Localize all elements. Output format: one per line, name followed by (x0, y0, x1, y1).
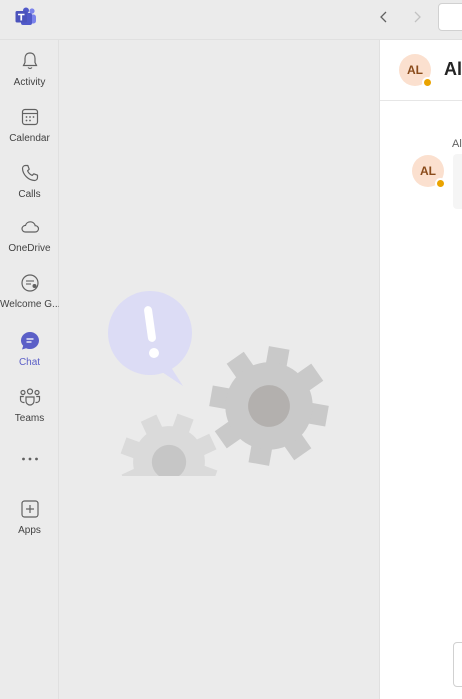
rail-item-welcome[interactable]: Welcome G... (0, 271, 59, 321)
title-bar (0, 0, 462, 40)
add-apps-icon (18, 497, 42, 521)
teams-people-icon (18, 385, 42, 409)
chat-title[interactable]: Al (444, 59, 462, 80)
rail-item-more[interactable] (0, 447, 59, 497)
rail-item-label: Activity (13, 77, 46, 88)
presence-away-icon (435, 178, 446, 189)
welcome-app-icon (18, 271, 42, 295)
avatar-initials: AL (407, 63, 423, 77)
avatar[interactable]: AL (399, 54, 433, 88)
more-horizontal-icon (18, 447, 42, 471)
chevron-left-icon (380, 11, 387, 23)
rail-item-onedrive[interactable]: OneDrive (0, 215, 59, 265)
rail-item-label: Calls (18, 189, 41, 200)
presence-away-icon (422, 77, 433, 88)
rail-item-calendar[interactable]: Calendar (0, 105, 59, 155)
rail-item-apps[interactable]: Apps (0, 497, 59, 547)
rail-item-label: OneDrive (8, 243, 51, 254)
message-avatar[interactable]: AL (412, 155, 446, 189)
bell-icon (18, 49, 42, 73)
chat-pane: AL Al Al AL (379, 40, 462, 699)
rail-item-calls[interactable]: Calls (0, 161, 59, 211)
rail-item-label: Teams (14, 413, 45, 424)
cloud-icon (18, 215, 42, 239)
calendar-icon (18, 105, 42, 129)
rail-item-chat[interactable]: Chat (0, 329, 59, 379)
rail-item-activity[interactable]: Activity (0, 49, 59, 99)
gear-small-icon (120, 413, 218, 511)
app-rail: Activity Calendar Calls OneDrive Welcome… (0, 40, 59, 699)
rail-item-label: Chat (18, 357, 41, 368)
rail-item-label: Apps (18, 525, 41, 536)
rail-item-label: Calendar (9, 133, 50, 144)
message-sender: Al (452, 138, 462, 150)
chevron-right-icon (414, 11, 421, 23)
rail-item-label: Welcome G... (0, 299, 59, 310)
alert-bubble-icon (108, 291, 192, 386)
compose-box[interactable] (453, 642, 462, 687)
error-illustration (107, 246, 338, 511)
search-input[interactable] (438, 3, 462, 31)
chat-icon (18, 329, 42, 353)
chat-list-panel (59, 40, 379, 699)
phone-icon (18, 161, 42, 185)
gear-large-icon (200, 337, 338, 475)
forward-button[interactable] (406, 6, 428, 28)
avatar-initials: AL (420, 164, 436, 178)
back-button[interactable] (373, 6, 395, 28)
message-bubble[interactable] (453, 154, 462, 209)
chat-header: AL Al (380, 40, 462, 101)
teams-logo-icon[interactable] (15, 7, 37, 27)
rail-item-teams[interactable]: Teams (0, 385, 59, 435)
